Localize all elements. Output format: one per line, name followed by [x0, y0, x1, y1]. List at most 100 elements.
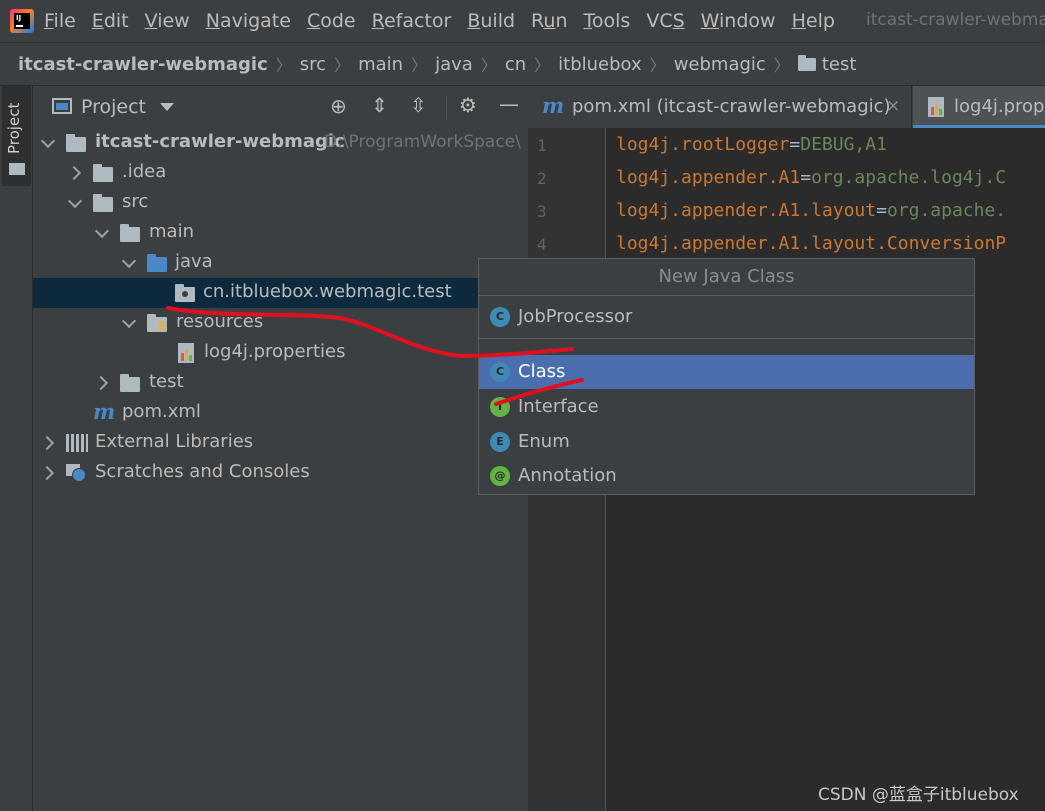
folder-icon: [120, 374, 140, 392]
breadcrumb-item-java[interactable]: java: [435, 54, 473, 75]
line-number: 1: [537, 136, 547, 155]
tree-item-java[interactable]: java: [33, 248, 528, 278]
tree-item-main[interactable]: main: [33, 218, 528, 248]
breadcrumb-item-project[interactable]: itcast-crawler-webmagic: [18, 54, 268, 75]
folder-icon: [93, 164, 113, 182]
breadcrumb-item-main[interactable]: main: [358, 54, 403, 75]
code-line[interactable]: log4j.appender.A1=org.apache.log4j.C: [616, 167, 1006, 188]
source-folder-icon: [147, 254, 167, 272]
properties-file-icon: [178, 343, 194, 363]
header-divider: [446, 96, 447, 120]
menu-help[interactable]: Help: [792, 10, 835, 32]
tree-label-root: itcast-crawler-webmagic: [95, 131, 345, 152]
tree-label-main: main: [149, 221, 194, 242]
menu-navigate[interactable]: Navigate: [206, 10, 291, 32]
chevron-down-icon[interactable]: [121, 253, 137, 269]
popup-title: New Java Class: [658, 266, 795, 287]
breadcrumb-item-src[interactable]: src: [300, 54, 326, 75]
code-line[interactable]: log4j.appender.A1.layout.ConversionP: [616, 233, 1006, 254]
enum-icon: E: [490, 432, 510, 452]
tree-label-src: src: [122, 191, 149, 212]
expand-all-icon[interactable]: ⇕: [371, 93, 388, 117]
menu-code[interactable]: Code: [307, 10, 356, 32]
menu-file[interactable]: File: [44, 10, 76, 32]
tree-item-test[interactable]: test: [33, 368, 528, 398]
breadcrumb-separator-icon: 〉: [411, 56, 428, 75]
popup-option-annotation-label: Annotation: [518, 465, 617, 486]
menu-window[interactable]: Window: [701, 10, 776, 32]
tree-item-resources[interactable]: resources: [33, 308, 528, 338]
maven-icon: m: [542, 93, 565, 118]
hide-panel-icon[interactable]: —: [499, 92, 519, 116]
tree-root-path: D:\ProgramWorkSpace\: [324, 132, 521, 152]
project-panel-title[interactable]: Project: [81, 96, 146, 118]
class-icon: C: [490, 362, 510, 382]
menu-items: File Edit View Navigate Code Refactor Bu…: [44, 0, 851, 42]
chevron-down-icon[interactable]: [67, 193, 83, 209]
class-icon: C: [490, 307, 510, 327]
scratches-icon: [66, 464, 86, 482]
code-line[interactable]: log4j.appender.A1.layout=org.apache.: [616, 200, 1006, 221]
tab-pom-label: pom.xml (itcast-crawler-webmagic): [572, 96, 891, 117]
menu-edit[interactable]: Edit: [92, 10, 129, 32]
gear-icon[interactable]: ⚙: [459, 93, 477, 117]
tree-item-pom[interactable]: m pom.xml: [33, 398, 528, 428]
window-title: itcast-crawler-webmagic: [866, 10, 1045, 30]
locate-icon[interactable]: ⊕: [330, 94, 347, 118]
menu-vcs[interactable]: VCS: [646, 10, 684, 32]
line-number: 2: [537, 169, 547, 188]
chevron-down-icon[interactable]: [160, 103, 174, 111]
tree-item-idea[interactable]: .idea: [33, 158, 528, 188]
module-folder-icon: [66, 134, 86, 152]
tree-item-root[interactable]: itcast-crawler-webmagic D:\ProgramWorkSp…: [33, 128, 528, 158]
close-icon[interactable]: ×: [886, 96, 900, 116]
line-number: 4: [537, 235, 547, 254]
annotation-icon: @: [490, 466, 510, 486]
tree-item-log4j[interactable]: log4j.properties: [33, 338, 528, 368]
tree-label-java: java: [175, 251, 213, 272]
breadcrumb-separator-icon: 〉: [275, 56, 292, 75]
menu-view[interactable]: View: [145, 10, 190, 32]
tree-item-src[interactable]: src: [33, 188, 528, 218]
library-icon: [66, 434, 88, 452]
tree-item-package[interactable]: cn.itbluebox.webmagic.test: [33, 278, 528, 308]
tree-label-pom: pom.xml: [122, 401, 201, 422]
menu-refactor[interactable]: Refactor: [372, 10, 452, 32]
tree-label-resources: resources: [176, 311, 264, 332]
folder-icon: [120, 224, 140, 242]
chevron-right-icon[interactable]: [39, 435, 55, 451]
package-icon: [175, 284, 195, 302]
breadcrumb-item-itbluebox[interactable]: itbluebox: [558, 54, 642, 75]
popup-divider: [479, 295, 974, 296]
breadcrumb-item-webmagic[interactable]: webmagic: [674, 54, 766, 75]
chevron-right-icon[interactable]: [93, 375, 109, 391]
code-line[interactable]: log4j.rootLogger=DEBUG,A1: [616, 134, 887, 155]
breadcrumb-item-cn[interactable]: cn: [505, 54, 526, 75]
tool-window-stripe: [0, 86, 33, 811]
collapse-all-icon[interactable]: ⇳: [410, 93, 427, 117]
popup-option-class-label: Class: [518, 361, 566, 382]
folder-icon: [797, 54, 816, 71]
stripe-project-label: Project: [5, 102, 23, 154]
project-view-icon: [52, 98, 72, 114]
tree-label-idea: .idea: [122, 161, 167, 182]
tab-log4j-label: log4j.prope: [954, 96, 1045, 117]
class-name-value[interactable]: JobProcessor: [518, 306, 632, 327]
chevron-down-icon[interactable]: [121, 313, 137, 329]
chevron-down-icon[interactable]: [40, 133, 56, 149]
popup-option-enum-label: Enum: [518, 431, 570, 452]
breadcrumb-separator-icon: 〉: [334, 56, 351, 75]
breadcrumb-item-test[interactable]: test: [822, 54, 857, 75]
chevron-down-icon[interactable]: [94, 223, 110, 239]
menu-build[interactable]: Build: [467, 10, 515, 32]
chevron-right-icon[interactable]: [66, 165, 82, 181]
menu-run[interactable]: Run: [531, 10, 567, 32]
intellij-logo-icon: IJ: [10, 9, 34, 33]
tree-item-external-libraries[interactable]: External Libraries: [33, 428, 528, 458]
line-number: 3: [537, 202, 547, 221]
chevron-right-icon[interactable]: [39, 465, 55, 481]
breadcrumb-separator-icon: 〉: [649, 56, 666, 75]
tree-item-scratches[interactable]: Scratches and Consoles: [33, 458, 528, 488]
menu-tools[interactable]: Tools: [584, 10, 631, 32]
breadcrumb-separator-icon: 〉: [480, 56, 497, 75]
